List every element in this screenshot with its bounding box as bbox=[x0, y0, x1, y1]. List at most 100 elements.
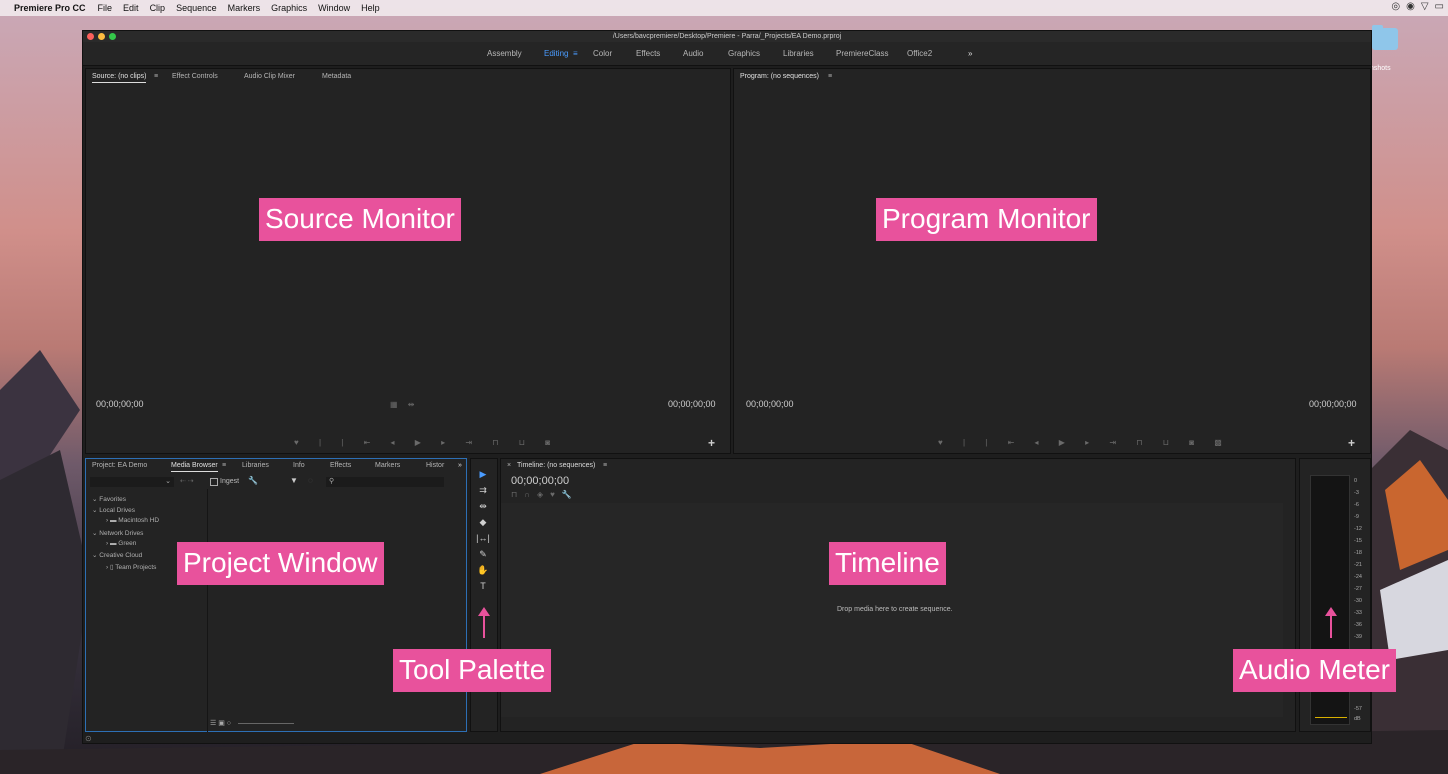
tab-markers[interactable]: Markers bbox=[375, 462, 400, 469]
ingest-checkbox[interactable] bbox=[210, 478, 218, 486]
tab-effect-controls[interactable]: Effect Controls bbox=[172, 73, 218, 80]
workspace-effects[interactable]: Effects bbox=[636, 49, 660, 58]
file-tree bbox=[86, 489, 208, 732]
workspace-assembly[interactable]: Assembly bbox=[487, 49, 522, 58]
nav-arrows-icon[interactable]: ⇠ ⇢ bbox=[180, 477, 194, 485]
menu-file[interactable]: File bbox=[98, 3, 113, 13]
menu-clip[interactable]: Clip bbox=[150, 3, 166, 13]
tab-effects[interactable]: Effects bbox=[330, 462, 351, 469]
timeline-tools[interactable]: ⊓∩◈♥🔧 bbox=[511, 490, 579, 499]
status-bar-icon[interactable]: ⊙ bbox=[85, 734, 92, 743]
annotation-program-monitor: Program Monitor bbox=[876, 198, 1097, 241]
pen-tool-icon[interactable]: ✎ bbox=[476, 549, 490, 560]
annotation-project-window: Project Window bbox=[177, 542, 384, 585]
meter-mark-18: -18 bbox=[1354, 550, 1362, 556]
meter-mark-21: -21 bbox=[1354, 562, 1362, 568]
minimize-button[interactable] bbox=[98, 33, 105, 40]
hand-tool-icon[interactable]: ✋ bbox=[476, 565, 490, 576]
airplay-icon[interactable]: ▭ bbox=[1435, 1, 1444, 12]
selection-tool-icon[interactable]: ▶ bbox=[476, 469, 490, 480]
tree-macintosh-hd[interactable]: › ▬ Macintosh HD bbox=[106, 517, 159, 524]
program-menu-icon[interactable]: ≡ bbox=[828, 73, 832, 80]
program-timecode-current[interactable]: 00;00;00;00 bbox=[746, 399, 794, 409]
tree-creative-cloud[interactable]: ⌄ Creative Cloud bbox=[92, 551, 142, 559]
track-select-tool-icon[interactable]: ⇉ bbox=[476, 485, 490, 496]
tab-audio-clip-mixer[interactable]: Audio Clip Mixer bbox=[244, 73, 295, 80]
app-menu[interactable]: Premiere Pro CC bbox=[14, 3, 86, 13]
tab-libraries[interactable]: Libraries bbox=[242, 462, 269, 469]
source-timecode-current[interactable]: 00;00;00;00 bbox=[96, 399, 144, 409]
close-button[interactable] bbox=[87, 33, 94, 40]
filter-icon[interactable]: ▼ bbox=[290, 476, 298, 485]
tree-green[interactable]: › ▬ Green bbox=[106, 540, 136, 547]
local-drives-label: Local Drives bbox=[99, 507, 136, 514]
wifi-icon[interactable]: ▽ bbox=[1421, 1, 1429, 12]
timeline-panel: × Timeline: (no sequences) ≡ 00;00;00;00… bbox=[500, 458, 1296, 732]
type-tool-icon[interactable]: T bbox=[476, 581, 490, 591]
tab-program[interactable]: Program: (no sequences) bbox=[740, 73, 819, 82]
meter-mark-db: dB bbox=[1354, 716, 1361, 722]
location-dropdown[interactable]: ⌄ bbox=[90, 477, 174, 487]
tree-network-drives[interactable]: ⌄ Network Drives bbox=[92, 529, 143, 537]
workspace-office2[interactable]: Office2 bbox=[907, 49, 932, 58]
tab-history[interactable]: Histor bbox=[426, 462, 444, 469]
menu-edit[interactable]: Edit bbox=[123, 3, 139, 13]
workspace-libraries[interactable]: Libraries bbox=[783, 49, 814, 58]
meter-mark-0: 0 bbox=[1354, 478, 1358, 484]
menu-markers[interactable]: Markers bbox=[228, 3, 261, 13]
premiere-window: /Users/bavcpremiere/Desktop/Premiere - P… bbox=[82, 30, 1372, 744]
workspace-menu-icon[interactable]: ≡ bbox=[573, 49, 578, 58]
network-drives-label: Network Drives bbox=[99, 530, 144, 537]
timeline-timecode[interactable]: 00;00;00;00 bbox=[511, 475, 569, 487]
tree-favorites[interactable]: ⌄ Favorites bbox=[92, 495, 126, 503]
menu-graphics[interactable]: Graphics bbox=[271, 3, 307, 13]
zoom-button[interactable] bbox=[109, 33, 116, 40]
source-zoom-controls[interactable]: ▦ ⇹ bbox=[390, 400, 418, 409]
source-timecode-duration: 00;00;00;00 bbox=[668, 399, 716, 409]
tab-timeline[interactable]: Timeline: (no sequences) bbox=[517, 462, 595, 469]
menu-sequence[interactable]: Sequence bbox=[176, 3, 217, 13]
menu-window[interactable]: Window bbox=[318, 3, 350, 13]
view-icon[interactable]: ◌ bbox=[308, 476, 313, 485]
close-timeline-icon[interactable]: × bbox=[507, 462, 511, 469]
timeline-menu-icon[interactable]: ≡ bbox=[603, 462, 607, 469]
window-titlebar: /Users/bavcpremiere/Desktop/Premiere - P… bbox=[83, 31, 1371, 42]
list-view-icon[interactable]: ☰ ▣ ○ bbox=[210, 719, 231, 727]
source-add-button[interactable]: + bbox=[708, 436, 715, 450]
tree-local-drives[interactable]: ⌄ Local Drives bbox=[92, 506, 135, 514]
source-transport-controls[interactable]: ♥ | | ⇤ ◂ ▶ ▸ ⇥ ⊓ ⊔ ◙ bbox=[294, 438, 559, 447]
panel-overflow-icon[interactable]: » bbox=[458, 462, 462, 469]
program-timecode-duration: 00;00;00;00 bbox=[1309, 399, 1357, 409]
wrench-icon[interactable]: 🔧 bbox=[248, 476, 258, 485]
workspace-editing[interactable]: Editing bbox=[544, 49, 568, 58]
ripple-edit-tool-icon[interactable]: ⇹ bbox=[476, 501, 490, 512]
workspace-graphics[interactable]: Graphics bbox=[728, 49, 760, 58]
tab-metadata[interactable]: Metadata bbox=[322, 73, 351, 80]
search-input[interactable]: ⚲ bbox=[326, 477, 444, 487]
drop-media-hint: Drop media here to create sequence. bbox=[837, 606, 953, 613]
tab-source[interactable]: Source: (no clips) bbox=[92, 73, 147, 83]
panel-menu-icon[interactable]: ≡ bbox=[154, 73, 158, 80]
menu-help[interactable]: Help bbox=[361, 3, 380, 13]
creative-cloud-label: Creative Cloud bbox=[99, 552, 143, 559]
workspace-overflow-icon[interactable]: » bbox=[968, 49, 972, 58]
workspace-premiereclass[interactable]: PremiereClass bbox=[836, 49, 888, 58]
tab-media-browser[interactable]: Media Browser bbox=[171, 462, 218, 472]
slip-tool-icon[interactable]: |↔| bbox=[476, 533, 490, 543]
tree-team-projects[interactable]: › ▯ Team Projects bbox=[106, 563, 156, 571]
tab-project[interactable]: Project: EA Demo bbox=[92, 462, 147, 469]
zoom-slider[interactable] bbox=[238, 723, 294, 724]
workspace-audio[interactable]: Audio bbox=[683, 49, 703, 58]
workspace-color[interactable]: Color bbox=[593, 49, 612, 58]
audio-level-indicator bbox=[1315, 717, 1347, 718]
desktop-folder-icon[interactable] bbox=[1372, 25, 1398, 50]
meter-mark-15: -15 bbox=[1354, 538, 1362, 544]
cc-sync-icon[interactable]: ◉ bbox=[1406, 1, 1415, 12]
program-transport-controls[interactable]: ♥ | | ⇤ ◂ ▶ ▸ ⇥ ⊓ ⊔ ◙ ▩ bbox=[938, 438, 1231, 447]
creative-cloud-icon[interactable]: ◎ bbox=[1391, 1, 1400, 12]
program-monitor-panel: Program: (no sequences) ≡ 00;00;00;00 00… bbox=[733, 68, 1371, 454]
razor-tool-icon[interactable]: ◆ bbox=[476, 517, 490, 528]
media-browser-menu-icon[interactable]: ≡ bbox=[222, 462, 226, 469]
tab-info[interactable]: Info bbox=[293, 462, 305, 469]
program-add-button[interactable]: + bbox=[1348, 436, 1355, 450]
